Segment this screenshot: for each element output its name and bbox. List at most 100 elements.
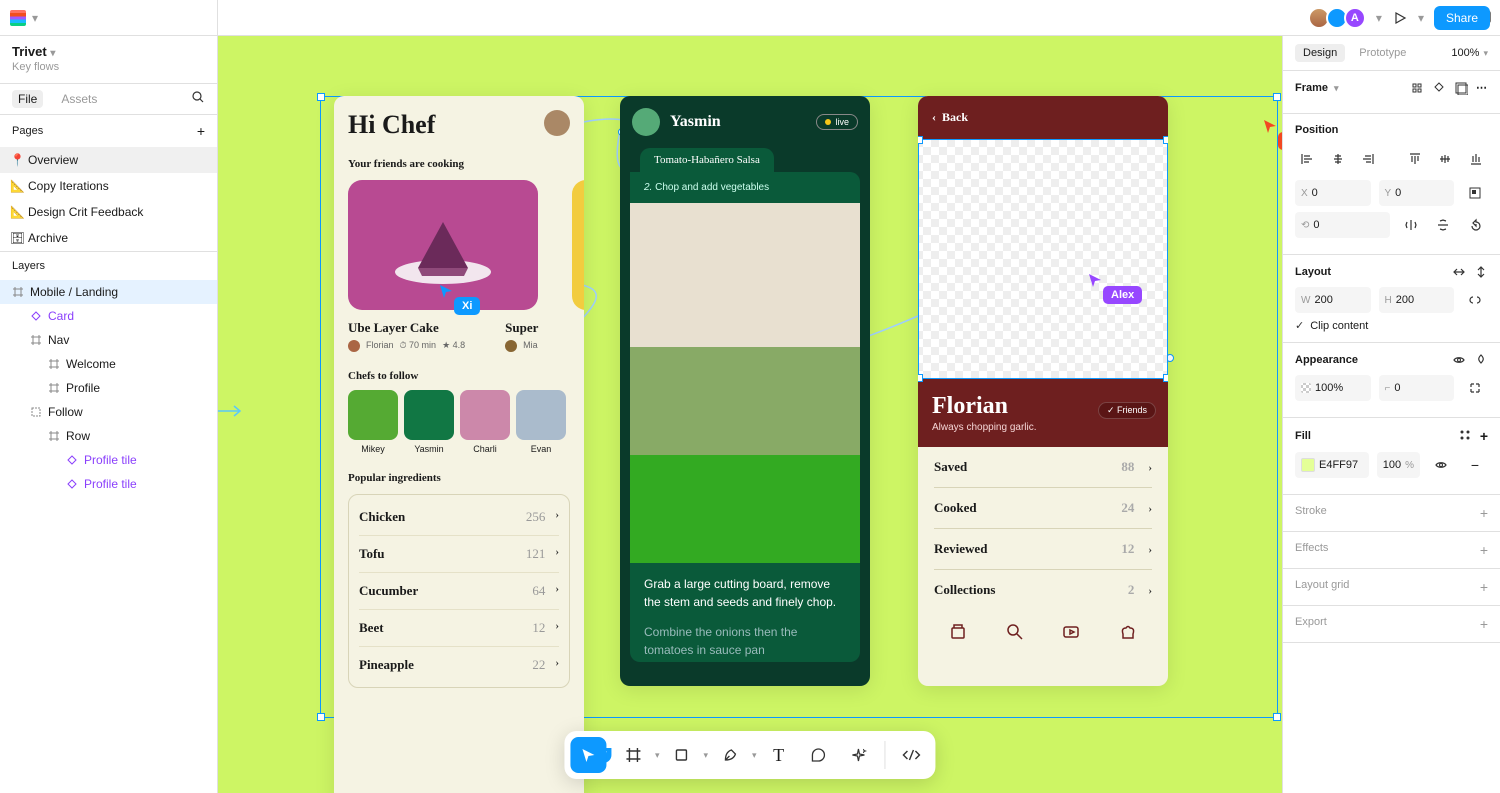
stat-row[interactable]: Cooked24›: [934, 488, 1152, 529]
collaborator-avatars[interactable]: A: [1312, 7, 1366, 29]
chef-hat-icon[interactable]: [1118, 622, 1138, 642]
move-tool[interactable]: [570, 737, 606, 773]
tab-design[interactable]: Design: [1295, 44, 1345, 62]
shape-tool[interactable]: [664, 737, 700, 773]
blend-icon[interactable]: [1474, 353, 1488, 367]
constrain-icon[interactable]: [1462, 287, 1488, 313]
tab-file[interactable]: File: [12, 90, 43, 108]
search-icon[interactable]: [1005, 622, 1025, 642]
chef-tile[interactable]: Yasmin: [404, 390, 454, 454]
add-fill-icon[interactable]: +: [1480, 428, 1488, 444]
autolayout-h-icon[interactable]: [1452, 265, 1466, 279]
layer-item[interactable]: Row: [0, 424, 217, 448]
align-tidy-icon[interactable]: [1410, 81, 1424, 95]
tool-chevron-icon[interactable]: ▾: [704, 750, 709, 761]
stat-row[interactable]: Collections2›: [934, 570, 1152, 610]
frame-profile[interactable]: ‹ Back Florian Always chopping garlic. ✓…: [918, 96, 1168, 686]
file-title[interactable]: Trivet ▾: [0, 36, 217, 61]
home-icon[interactable]: [948, 622, 968, 642]
present-icon[interactable]: [1392, 10, 1408, 26]
autolayout-v-icon[interactable]: [1474, 265, 1488, 279]
x-field[interactable]: X0: [1295, 180, 1371, 206]
page-archive[interactable]: 🗄Archive: [0, 225, 217, 251]
layer-item[interactable]: Follow: [0, 400, 217, 424]
layer-item[interactable]: Profile tile: [0, 448, 217, 472]
layer-item[interactable]: Card: [0, 304, 217, 328]
page-design-crit[interactable]: 📐Design Crit Feedback: [0, 199, 217, 225]
styles-icon[interactable]: [1458, 428, 1472, 444]
flip-h-icon[interactable]: [1398, 212, 1424, 238]
pen-tool[interactable]: [712, 737, 748, 773]
rotate-90-icon[interactable]: [1462, 212, 1488, 238]
align-vcenter-icon[interactable]: [1433, 146, 1458, 172]
profile-image-placeholder[interactable]: [918, 139, 1168, 379]
chef-tile[interactable]: Mikey: [348, 390, 398, 454]
align-hcenter-icon[interactable]: [1326, 146, 1351, 172]
zoom-level[interactable]: 100%▾: [1451, 44, 1488, 62]
dev-mode-tool[interactable]: [894, 737, 930, 773]
video-icon[interactable]: [1061, 622, 1081, 642]
avatar-more-icon[interactable]: ▾: [1376, 11, 1382, 25]
flip-v-icon[interactable]: [1430, 212, 1456, 238]
component-icon[interactable]: [1432, 81, 1446, 95]
stat-row[interactable]: Reviewed12›: [934, 529, 1152, 570]
stat-row[interactable]: Saved88›: [934, 447, 1152, 488]
cooking-video-frame[interactable]: [630, 203, 860, 563]
tool-chevron-icon[interactable]: ▾: [752, 750, 757, 761]
actions-tool[interactable]: [841, 737, 877, 773]
align-left-icon[interactable]: [1295, 146, 1320, 172]
align-bottom-icon[interactable]: [1463, 146, 1488, 172]
absolute-position-icon[interactable]: [1462, 180, 1488, 206]
back-button[interactable]: ‹ Back: [918, 96, 1168, 139]
width-field[interactable]: W200: [1295, 287, 1371, 313]
search-icon[interactable]: [191, 90, 205, 108]
comment-tool[interactable]: [801, 737, 837, 773]
ingredient-row[interactable]: Tofu121›: [359, 536, 559, 573]
chef-tile[interactable]: Charli: [460, 390, 510, 454]
more-icon[interactable]: ⋯: [1476, 81, 1488, 95]
main-menu[interactable]: ▾: [0, 0, 218, 35]
radius-field[interactable]: ⌐0: [1379, 375, 1455, 401]
frame-live-cooking[interactable]: Yasmin live Tomato-Habañero Salsa 2. Cho…: [620, 96, 870, 686]
effects-section[interactable]: Effects+: [1283, 532, 1500, 569]
frame-type[interactable]: Frame: [1295, 82, 1328, 94]
recipe-tab[interactable]: Tomato-Habañero Salsa: [640, 148, 774, 172]
align-top-icon[interactable]: [1402, 146, 1427, 172]
page-overview[interactable]: 📍Overview: [0, 147, 217, 173]
fill-visibility-icon[interactable]: [1428, 452, 1454, 478]
tab-prototype[interactable]: Prototype: [1359, 44, 1406, 62]
share-button[interactable]: Share: [1434, 6, 1490, 30]
frame-tool[interactable]: [615, 737, 651, 773]
frame-mobile-landing[interactable]: Hi Chef Your friends are cooking Ube Lay…: [334, 96, 584, 793]
ingredient-row[interactable]: Chicken256›: [359, 499, 559, 536]
layer-item[interactable]: Mobile / Landing: [0, 280, 217, 304]
chef-tile[interactable]: Evan: [516, 390, 566, 454]
user-avatar[interactable]: [544, 110, 570, 136]
corners-icon[interactable]: [1462, 375, 1488, 401]
opacity-field[interactable]: 100%: [1295, 375, 1371, 401]
height-field[interactable]: H200: [1379, 287, 1455, 313]
y-field[interactable]: Y0: [1379, 180, 1455, 206]
tab-assets[interactable]: Assets: [55, 90, 103, 108]
layer-item[interactable]: Welcome: [0, 352, 217, 376]
layer-item[interactable]: Profile: [0, 376, 217, 400]
text-tool[interactable]: T: [761, 737, 797, 773]
fill-opacity-field[interactable]: 100%: [1377, 452, 1420, 478]
friends-badge[interactable]: ✓ Friends: [1098, 402, 1156, 419]
ingredient-row[interactable]: Cucumber64›: [359, 573, 559, 610]
mask-icon[interactable]: [1454, 81, 1468, 95]
rotation-field[interactable]: ⟲0: [1295, 212, 1390, 238]
streamer-avatar[interactable]: [632, 108, 660, 136]
tool-chevron-icon[interactable]: ▾: [655, 750, 660, 761]
layout-grid-section[interactable]: Layout grid+: [1283, 569, 1500, 606]
layer-item[interactable]: Profile tile: [0, 472, 217, 496]
remove-fill-icon[interactable]: −: [1462, 452, 1488, 478]
canvas[interactable]: Hi Chef Your friends are cooking Ube Lay…: [218, 36, 1282, 793]
export-section[interactable]: Export+: [1283, 606, 1500, 643]
avatar[interactable]: A: [1344, 7, 1366, 29]
fill-color-field[interactable]: E4FF97: [1295, 452, 1369, 478]
clip-content-checkbox[interactable]: ✓Clip content: [1295, 319, 1488, 332]
align-right-icon[interactable]: [1356, 146, 1381, 172]
page-copy-iterations[interactable]: 📐Copy Iterations: [0, 173, 217, 199]
add-page-icon[interactable]: +: [197, 123, 205, 139]
